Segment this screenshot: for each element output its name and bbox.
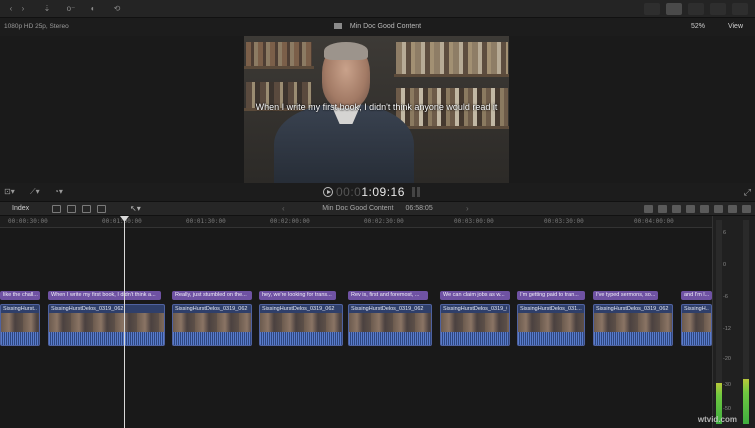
meter-scale-label: 6 (723, 230, 727, 236)
caption-clip[interactable]: Rev is, first and foremost, ... (348, 291, 428, 300)
shelf (394, 74, 509, 77)
clip-label: SissingH... (684, 306, 709, 312)
timeline-header: Index ↖▾ ‹ Min Doc Good Content 06:58:05 … (0, 201, 755, 216)
video-clip[interactable]: SissingHurstDelos_0319_062 (48, 304, 165, 346)
clip-appearance-icon[interactable] (714, 205, 723, 213)
crop-icon[interactable]: ⟋▾ (30, 187, 40, 197)
video-clip[interactable]: SissingHurstDelos_0319_062 (172, 304, 252, 346)
clip-label: SissingHurstDelos_0319_062 (596, 306, 669, 312)
speed-icon[interactable]: ◔▾ (54, 187, 63, 197)
clapper-icon (333, 23, 342, 29)
audio-mini-meter (412, 187, 422, 197)
audio-meters: 6 0 -6 -12 -20 -30 -50 (712, 216, 755, 428)
meter-left (716, 220, 722, 424)
video-clip[interactable]: SissingHurstDelos_0319_062 (440, 304, 510, 346)
clip-label: SissingHurst... (3, 306, 37, 312)
project-duration: 06:58:05 (405, 205, 433, 212)
ruler-tick: 00:03:30:00 (544, 218, 584, 225)
timeline-ruler[interactable]: 00:00:30:00 00:01:00:00 00:01:30:00 00:0… (0, 216, 712, 228)
audio-skimming-icon[interactable] (658, 205, 667, 213)
caption-clip[interactable]: Really, just stumbled on the... (172, 291, 252, 300)
solo-icon[interactable] (672, 205, 681, 213)
back-icon[interactable]: ‹ (6, 3, 16, 15)
caption-clip[interactable]: I'm getting paid to tran... (517, 291, 585, 300)
caption-clip[interactable]: and I'm l... (681, 291, 712, 300)
color-correct-icon[interactable]: ◐ (88, 3, 98, 15)
meter-right-fill (743, 379, 749, 424)
clip-label: SissingHurstDelos_0319_062 (175, 306, 248, 312)
caption-clip[interactable]: I've typed sermons, so... (593, 291, 658, 300)
video-clip[interactable]: SissingHurstDelos_0319_062 (259, 304, 343, 346)
video-clip[interactable]: SissingHurstDelos_0319_062 (593, 304, 673, 346)
effects-browser-icon[interactable] (728, 205, 737, 213)
timeline-options (639, 205, 751, 215)
forward-arrow-icon[interactable]: › (466, 204, 469, 213)
books (246, 42, 312, 66)
ruler-tick: 00:02:30:00 (364, 218, 404, 225)
watermark: wtvid.com (697, 415, 737, 424)
meter-right (743, 220, 749, 424)
person-hair (324, 42, 368, 60)
video-viewer[interactable]: When I write my first book, I didn't thi… (244, 36, 509, 183)
view-menu[interactable]: View (728, 23, 743, 30)
caption-clip[interactable]: When I write my first book, I didn't thi… (48, 291, 161, 300)
layout-view-icon[interactable] (710, 3, 726, 15)
timecode-dim: 00:0 (336, 185, 362, 199)
video-clip[interactable]: SissingHurst... (0, 304, 40, 346)
settings-view-icon[interactable] (732, 3, 748, 15)
video-clip[interactable]: SissingHurstDelos_031... (517, 304, 585, 346)
play-icon[interactable] (323, 187, 333, 197)
books (396, 42, 508, 74)
video-clip[interactable]: SissingHurstDelos_0319_062 (348, 304, 432, 346)
meter-scale-label: -20 (723, 356, 731, 362)
caption-clip[interactable]: We can claim jobs as w... (440, 291, 510, 300)
skimming-icon[interactable] (644, 205, 653, 213)
shelf (394, 126, 509, 129)
playhead[interactable] (124, 216, 125, 428)
ruler-tick: 00:02:00:00 (270, 218, 310, 225)
transitions-browser-icon[interactable] (742, 205, 751, 213)
import-icon[interactable]: ⇣ (42, 3, 52, 15)
timeline-view-icon[interactable] (666, 3, 682, 15)
clip-label: SissingHurstDelos_0319_062 (351, 306, 424, 312)
snapping-icon[interactable] (700, 205, 709, 213)
library-view-icon[interactable] (644, 3, 660, 15)
clip-label: SissingHurstDelos_031... (520, 306, 582, 312)
viewer-title-text: Min Doc Good Content (349, 23, 422, 30)
clip-label: SissingHurstDelos_0319_062 (51, 306, 124, 312)
meter-scale-label: -30 (723, 382, 731, 388)
caption-clip[interactable]: like the chall... (0, 291, 40, 300)
caption-clip[interactable]: hey, we're looking for trans... (259, 291, 336, 300)
main-toolbar: ‹ › ⇣ o⁻ ◐ ⟲ (0, 0, 755, 18)
viewer-footer: ⊡▾ ⟋▾ ◔▾ 00:01:09:16 ⤢ (0, 183, 755, 201)
meter-scale-label: 0 (723, 262, 727, 268)
transform-icon[interactable]: ⊡▾ (4, 187, 15, 197)
forward-icon[interactable]: › (18, 3, 28, 15)
keyword-icon[interactable]: o⁻ (64, 3, 78, 15)
viewer-header: 1080p HD 25p, Stereo Min Doc Good Conten… (0, 18, 755, 36)
fullscreen-icon[interactable]: ⤢ (744, 187, 751, 198)
inspector-view-icon[interactable] (688, 3, 704, 15)
shelf (244, 66, 314, 69)
ruler-tick: 00:01:30:00 (186, 218, 226, 225)
project-name: Min Doc Good Content (322, 205, 394, 212)
ruler-tick: 00:03:00:00 (454, 218, 494, 225)
subtitle-overlay: When I write my first book, I didn't thi… (255, 102, 498, 112)
timeline-area[interactable]: like the chall... When I write my first … (0, 228, 712, 428)
video-clip[interactable]: SissingH... (681, 304, 712, 346)
timecode-display[interactable]: 00:01:09:16 (336, 185, 405, 199)
meter-scale-label: -6 (723, 294, 728, 300)
viewer-title: Min Doc Good Content (0, 23, 755, 30)
zoom-level[interactable]: 52% (691, 23, 705, 30)
ruler-tick: 00:00:30:00 (8, 218, 48, 225)
ruler-tick: 00:01:00:00 (102, 218, 142, 225)
share-icon[interactable]: ⟲ (112, 3, 122, 15)
meter-scale-label: -50 (723, 406, 731, 412)
ruler-tick: 00:04:00:00 (634, 218, 674, 225)
timecode-value: 1:09:16 (361, 185, 405, 199)
clip-label: SissingHurstDelos_0319_062 (262, 306, 335, 312)
headphones-icon[interactable] (686, 205, 695, 213)
clip-label: SissingHurstDelos_0319_062 (443, 306, 507, 312)
meter-scale-label: -12 (723, 326, 731, 332)
